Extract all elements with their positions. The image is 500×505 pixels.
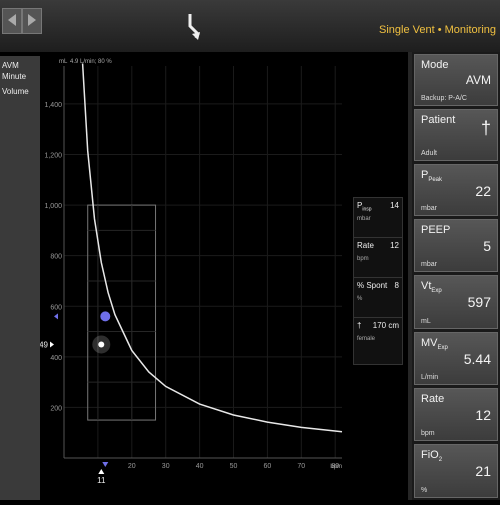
legend-rate-label: Rate: [357, 241, 374, 250]
peep-unit: mbar: [421, 261, 437, 268]
x-tick-label: 20: [128, 463, 136, 470]
patient-icon: †: [357, 321, 362, 330]
legend-rate-value: 12: [390, 241, 399, 250]
current-point: [98, 341, 105, 348]
y-tick-label: 1,000: [44, 203, 62, 210]
rate-label: Rate: [421, 393, 445, 405]
left-arrow-icon: [8, 14, 16, 26]
x-tick-label: 30: [162, 463, 170, 470]
parameter-panel: Mode AVM Backup: P-A/C Patient † Adult P…: [412, 52, 500, 500]
target-marker[interactable]: [100, 311, 111, 322]
fio2-label: FiO2: [421, 449, 443, 464]
right-arrow-icon: [28, 14, 36, 26]
fio2-unit: %: [421, 487, 428, 494]
top-bar: Single Vent • Monitoring: [0, 0, 500, 52]
x-tick-label: 50: [230, 463, 238, 470]
current-x-pointer-icon: [98, 469, 105, 474]
legend-pinsp-unit: mbar: [357, 216, 371, 222]
mode-label: Mode: [421, 59, 449, 71]
mvexp-label: MVExp: [421, 337, 448, 352]
target-y-pointer-icon[interactable]: [54, 313, 58, 320]
x-tick-label: 70: [297, 463, 305, 470]
vtexp-unit: mL: [421, 318, 431, 325]
rate-value: 12: [475, 407, 491, 423]
x-unit-label: bpm: [330, 464, 342, 470]
breadcrumb[interactable]: Single Vent • Monitoring: [379, 24, 496, 36]
peep-label: PEEP: [421, 224, 451, 236]
legend-pinsp-value: 14: [390, 201, 399, 210]
mode-tile[interactable]: Mode AVM Backup: P-A/C: [414, 54, 498, 106]
legend-spont-unit: %: [357, 296, 363, 302]
forward-arrow-button[interactable]: [22, 8, 42, 34]
minute-volume-readout: 4.9 L/min; 80 %: [70, 59, 112, 65]
minute-volume-curve: [81, 63, 343, 433]
mode-backup: Backup: P-A/C: [421, 95, 467, 102]
y-tick-label: 200: [50, 405, 62, 412]
patient-icon-glyph: †: [480, 118, 491, 138]
mode-value: AVM: [465, 73, 491, 87]
peep-value: 5: [483, 238, 491, 254]
y-tick-label: 600: [50, 304, 62, 311]
y-tick-label: 400: [50, 355, 62, 362]
ppeak-tile[interactable]: PPeak 22 mbar: [414, 164, 498, 216]
legend-spont-value: 8: [394, 281, 399, 290]
ppeak-label: PPeak: [421, 169, 443, 184]
current-x-value: 11: [97, 476, 106, 485]
legend-gender: female: [357, 336, 376, 342]
current-y-value: 449: [40, 340, 49, 349]
legend-pinsp-label: Pinsp: [357, 201, 372, 213]
y-tick-label: 800: [50, 254, 62, 261]
vtexp-tile[interactable]: VtExp 597 mL: [414, 275, 498, 329]
cursor-arrow-icon: [188, 14, 200, 40]
curve-label-line1: AVM Minute: [2, 61, 27, 81]
mvexp-value: 5.44: [463, 351, 491, 367]
patient-group: Adult: [421, 150, 437, 157]
rate-tile[interactable]: Rate 12 bpm: [414, 388, 498, 441]
y-tick-label: 1,400: [44, 102, 62, 109]
x-tick-label: 60: [264, 463, 272, 470]
legend-spont-label: % Spont: [357, 281, 388, 290]
legend-height-value: 170 cm: [372, 321, 399, 330]
fio2-tile[interactable]: FiO2 21 %: [414, 444, 498, 498]
patient-tile[interactable]: Patient † Adult: [414, 109, 498, 161]
fio2-value: 21: [475, 463, 491, 479]
curve-label-panel: AVM Minute Volume: [0, 56, 40, 500]
mvexp-unit: L/min: [421, 374, 439, 381]
target-x-pointer-icon[interactable]: [102, 462, 109, 467]
peep-tile[interactable]: PEEP 5 mbar: [414, 219, 498, 272]
x-tick-label: 40: [196, 463, 204, 470]
ppeak-unit: mbar: [421, 205, 437, 212]
vtexp-label: VtExp: [421, 280, 442, 295]
y-tick-label: 1,200: [44, 153, 62, 160]
legend-patient: † 170 cm female: [353, 317, 403, 365]
curve-label-line2: Volume: [2, 87, 29, 96]
y-unit-label: mL: [59, 59, 68, 65]
patient-label: Patient: [421, 114, 456, 126]
mvexp-tile[interactable]: MVExp 5.44 L/min: [414, 332, 498, 385]
current-y-pointer-icon: [50, 341, 54, 348]
ppeak-value: 22: [475, 183, 491, 199]
legend-rate-unit: bpm: [357, 256, 369, 262]
back-arrow-button[interactable]: [2, 8, 22, 34]
vtexp-value: 597: [467, 294, 491, 310]
rate-unit: bpm: [421, 430, 435, 437]
